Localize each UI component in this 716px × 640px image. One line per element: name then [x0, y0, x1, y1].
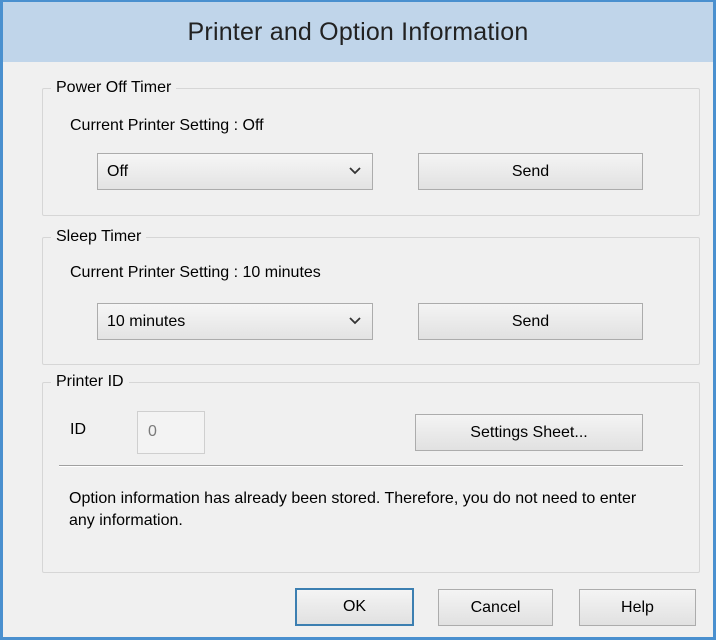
sleep-timer-dropdown[interactable]: 10 minutes — [97, 303, 373, 340]
dialog-title: Printer and Option Information — [3, 2, 713, 62]
chevron-down-icon — [349, 317, 361, 325]
power-off-timer-dropdown[interactable]: Off — [97, 153, 373, 190]
chevron-down-icon — [349, 167, 361, 175]
option-info-message: Option information has already been stor… — [69, 490, 637, 529]
sleep-timer-send-button[interactable]: Send — [418, 303, 643, 340]
power-off-send-button[interactable]: Send — [418, 153, 643, 190]
id-label: ID — [70, 421, 86, 438]
sleep-timer-group: Sleep Timer — [42, 226, 700, 365]
power-off-current-setting: Current Printer Setting : Off — [70, 117, 264, 134]
printer-id-label: Printer ID — [51, 371, 129, 393]
help-button[interactable]: Help — [579, 589, 696, 626]
dialog-window: Printer and Option Information Power Off… — [0, 0, 716, 640]
id-field[interactable]: 0 — [137, 411, 205, 454]
power-off-timer-selected-value: Off — [107, 163, 129, 180]
sleep-timer-selected-value: 10 minutes — [107, 313, 186, 330]
sleep-timer-current-setting: Current Printer Setting : 10 minutes — [70, 264, 321, 281]
ok-button[interactable]: OK — [295, 588, 414, 626]
cancel-button[interactable]: Cancel — [438, 589, 553, 626]
printer-id-divider — [59, 465, 683, 467]
power-off-timer-group: Power Off Timer — [42, 77, 700, 216]
sleep-timer-label: Sleep Timer — [51, 226, 147, 248]
settings-sheet-button[interactable]: Settings Sheet... — [415, 414, 643, 451]
power-off-timer-label: Power Off Timer — [51, 77, 177, 99]
